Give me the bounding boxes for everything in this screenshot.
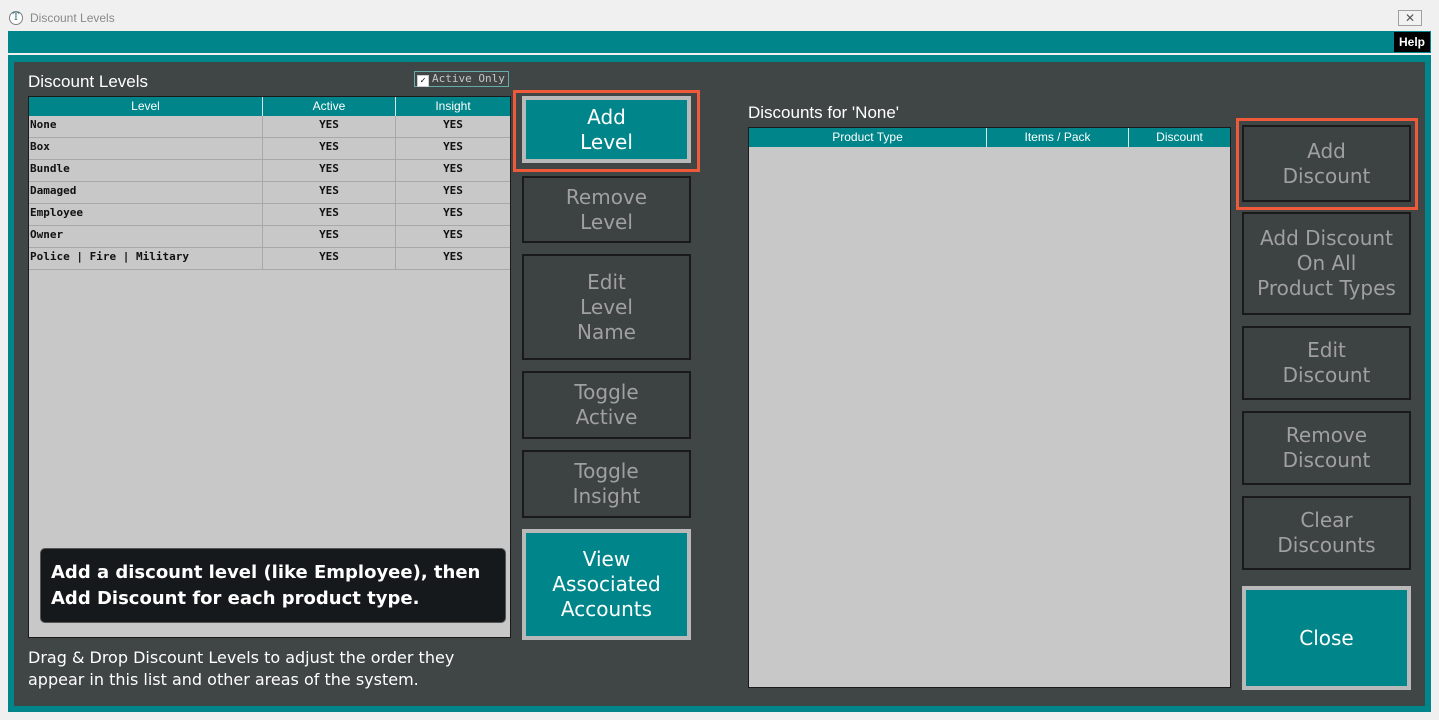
level-active: YES [263,204,396,225]
edit-level-name-button[interactable]: Edit Level Name [522,254,691,360]
checkbox-check-icon[interactable]: ✓ [417,75,429,87]
table-row[interactable]: Owner YES YES [29,226,510,248]
edit-discount-button[interactable]: Edit Discount [1242,326,1411,400]
add-level-button[interactable]: Add Level [522,96,691,163]
table-row[interactable]: Police | Fire | Military YES YES [29,248,510,270]
level-name: Damaged [29,182,263,203]
column-header-items-pack[interactable]: Items / Pack [987,128,1129,147]
column-header-product-type[interactable]: Product Type [749,128,987,147]
discounts-heading: Discounts for 'None' [748,103,900,122]
level-name: Bundle [29,160,263,181]
column-header-discount[interactable]: Discount [1129,128,1230,147]
level-name: Police | Fire | Military [29,248,263,269]
level-active: YES [263,116,396,137]
level-name: None [29,116,263,137]
app-logo-icon: T [9,11,23,25]
menu-bar [8,31,1431,53]
view-associated-accounts-button[interactable]: View Associated Accounts [522,529,691,640]
discounts-table[interactable]: Product Type Items / Pack Discount [748,127,1231,688]
level-insight: YES [443,250,463,263]
level-name: Box [29,138,263,159]
level-insight: YES [443,162,463,175]
clear-discounts-button[interactable]: Clear Discounts [1242,496,1411,570]
toggle-insight-button[interactable]: Toggle Insight [522,450,691,518]
level-insight: YES [443,118,463,131]
level-insight: YES [443,228,463,241]
help-tooltip: Add a discount level (like Employee), th… [40,548,506,623]
table-row[interactable]: Box YES YES [29,138,510,160]
active-only-label: Active Only [432,72,505,85]
close-window-icon[interactable]: ✕ [1398,10,1422,26]
level-insight: YES [443,206,463,219]
level-active: YES [263,160,396,181]
table-row[interactable]: Employee YES YES [29,204,510,226]
drag-drop-hint: Drag & Drop Discount Levels to adjust th… [28,648,455,689]
table-row[interactable]: None YES YES [29,116,510,138]
help-button[interactable]: Help [1394,32,1430,52]
level-name: Owner [29,226,263,247]
column-header-level[interactable]: Level [29,97,263,116]
level-active: YES [263,248,396,269]
level-active: YES [263,182,396,203]
window-title: Discount Levels [30,11,115,25]
close-button[interactable]: Close [1242,586,1411,690]
level-active: YES [263,138,396,159]
remove-level-button[interactable]: Remove Level [522,176,691,243]
level-insight: YES [443,184,463,197]
column-header-active[interactable]: Active [263,97,396,116]
toggle-active-button[interactable]: Toggle Active [522,371,691,439]
add-discount-all-product-types-button[interactable]: Add Discount On All Product Types [1242,212,1411,315]
title-bar [0,0,1439,31]
add-discount-button[interactable]: Add Discount [1242,125,1411,202]
table-row[interactable]: Bundle YES YES [29,160,510,182]
level-active: YES [263,226,396,247]
discount-levels-heading: Discount Levels [28,72,149,91]
table-row[interactable]: Damaged YES YES [29,182,510,204]
level-name: Employee [29,204,263,225]
level-insight: YES [443,140,463,153]
remove-discount-button[interactable]: Remove Discount [1242,411,1411,485]
active-only-checkbox[interactable]: ✓ Active Only [414,71,509,87]
column-header-insight[interactable]: Insight [396,97,510,116]
